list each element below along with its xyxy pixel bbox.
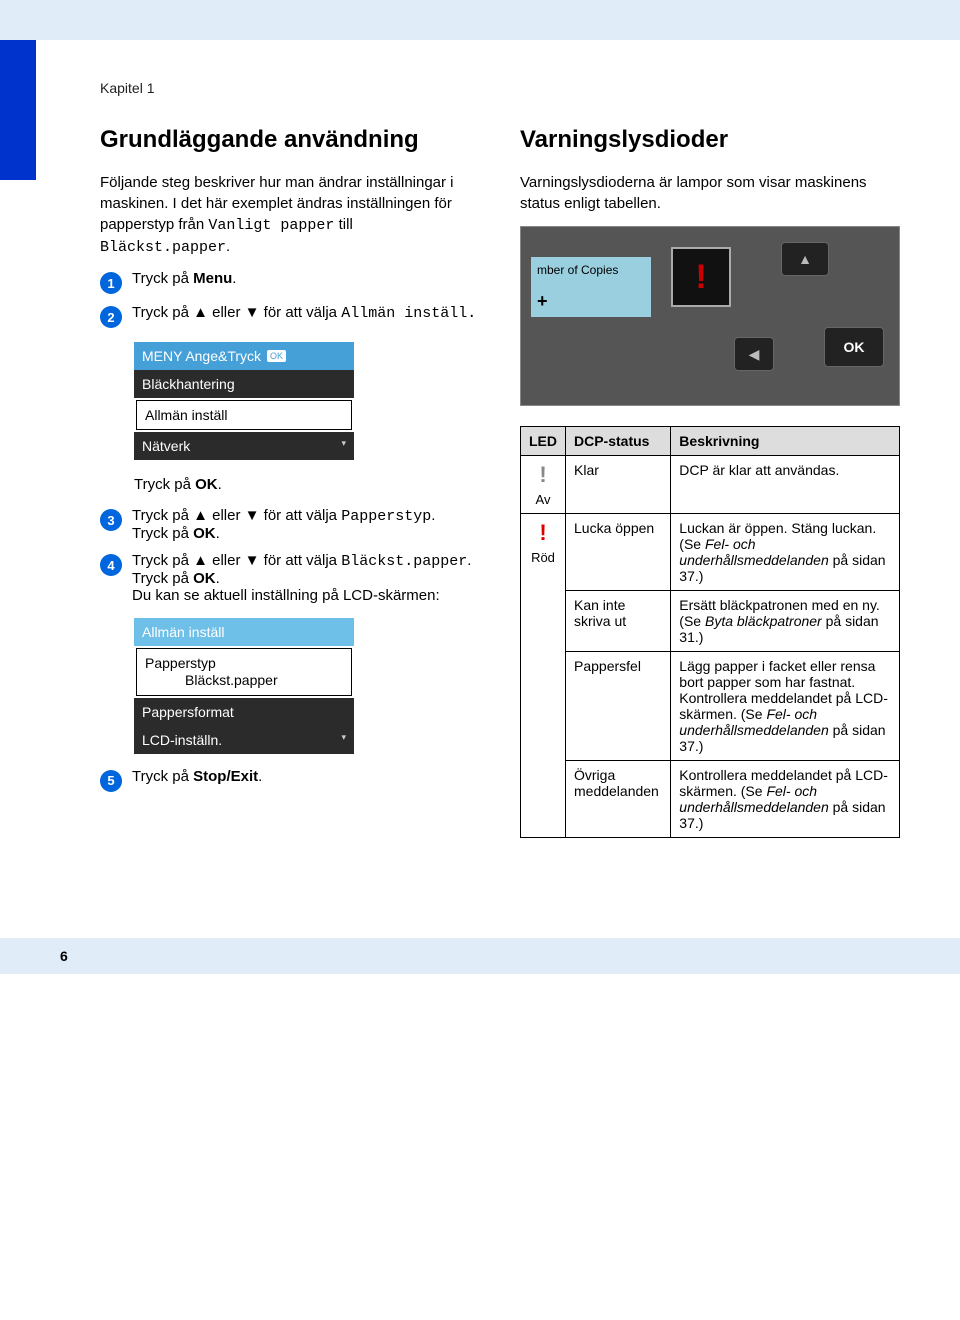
page-content: Kapitel 1 Grundläggande användning Följa…	[0, 40, 960, 878]
footer-bar: 6	[0, 938, 960, 974]
led-off-icon: !	[529, 462, 557, 488]
led-red-icon: !	[529, 520, 557, 546]
table-row: ! Röd Lucka öppen Luckan är öppen. Stäng…	[521, 514, 900, 591]
step-number-5: 5	[100, 770, 122, 792]
right-intro: Varningslysdioderna är lampor som visar …	[520, 172, 900, 214]
right-column: Varningslysdioder Varningslysdioderna är…	[520, 126, 900, 838]
table-row: Övriga meddelanden Kontrollera meddeland…	[521, 761, 900, 838]
step-3: 3 Tryck på ▲ eller ▼ för att välja Pappe…	[100, 507, 480, 542]
step-1: 1 Tryck på Menu.	[100, 270, 480, 294]
top-bar	[0, 0, 960, 40]
scroll-down-icon: ▾	[341, 732, 346, 743]
lcd-screenshot-1: MENY Ange&TryckOK Bläckhantering Allmän …	[134, 342, 354, 460]
table-row: Pappersfel Lägg papper i facket eller re…	[521, 652, 900, 761]
step-4: 4 Tryck på ▲ eller ▼ för att välja Bläck…	[100, 552, 480, 604]
warning-led-icon: !	[671, 247, 731, 307]
left-intro: Följande steg beskriver hur man ändrar i…	[100, 172, 480, 258]
scroll-down-icon: ▾	[341, 438, 346, 449]
table-row: Kan inte skriva ut Ersätt bläckpatronen …	[521, 591, 900, 652]
right-heading: Varningslysdioder	[520, 126, 900, 154]
panel-lcd: mber of Copies +	[531, 257, 651, 317]
step-number-2: 2	[100, 306, 122, 328]
ok-badge: OK	[267, 350, 286, 362]
step-2: 2 Tryck på ▲ eller ▼ för att välja Allmä…	[100, 304, 480, 328]
step-number-4: 4	[100, 554, 122, 576]
page-number: 6	[60, 948, 68, 964]
chapter-label: Kapitel 1	[100, 80, 900, 96]
step-5: 5 Tryck på Stop/Exit.	[100, 768, 480, 792]
lcd-screenshot-2: Allmän inställ Papperstyp Bläckst.papper…	[134, 618, 354, 754]
led-status-table: LED DCP-status Beskrivning ! Av Klar DCP…	[520, 426, 900, 838]
ok-button: OK	[824, 327, 884, 367]
up-button-icon: ▲	[781, 242, 829, 276]
printer-panel-photo: mber of Copies + ! ▲ ◀ OK	[520, 226, 900, 406]
step-number-3: 3	[100, 509, 122, 531]
left-heading: Grundläggande användning	[100, 126, 480, 154]
left-column: Grundläggande användning Följande steg b…	[100, 126, 480, 838]
step-number-1: 1	[100, 272, 122, 294]
table-row: ! Av Klar DCP är klar att användas.	[521, 456, 900, 514]
left-button-icon: ◀	[734, 337, 774, 371]
